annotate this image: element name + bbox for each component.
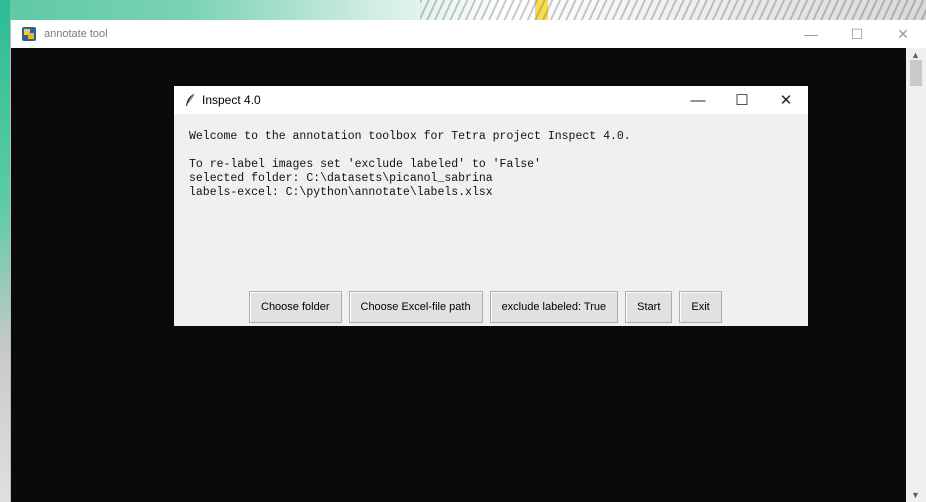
dialog-minimize-button[interactable]: — bbox=[676, 86, 720, 114]
python-app-icon bbox=[21, 26, 37, 42]
feather-icon bbox=[184, 93, 196, 107]
dialog-button-row: Choose folder Choose Excel-file path exc… bbox=[249, 291, 729, 323]
dialog-window-controls: — ☐ ✕ bbox=[676, 86, 808, 114]
minimize-button[interactable]: — bbox=[788, 20, 834, 48]
vertical-scrollbar[interactable]: ▲ ▼ bbox=[906, 48, 926, 502]
dialog-message: Welcome to the annotation toolbox for Te… bbox=[189, 130, 631, 200]
relabel-hint-text: To re-label images set 'exclude labeled'… bbox=[189, 158, 541, 171]
main-window-title: annotate tool bbox=[44, 28, 108, 40]
start-button[interactable]: Start bbox=[625, 291, 673, 323]
main-titlebar[interactable]: annotate tool — ☐ ✕ bbox=[11, 20, 926, 48]
scrollbar-thumb[interactable] bbox=[910, 60, 922, 86]
scroll-down-icon[interactable]: ▼ bbox=[911, 490, 920, 500]
choose-folder-button[interactable]: Choose folder bbox=[249, 291, 342, 323]
scroll-up-icon[interactable]: ▲ bbox=[911, 50, 920, 60]
inspect-dialog: Inspect 4.0 — ☐ ✕ Welcome to the annotat… bbox=[174, 86, 808, 326]
dialog-title: Inspect 4.0 bbox=[202, 93, 261, 107]
main-window-controls: — ☐ ✕ bbox=[788, 20, 926, 48]
dialog-titlebar[interactable]: Inspect 4.0 — ☐ ✕ bbox=[174, 86, 808, 114]
welcome-text: Welcome to the annotation toolbox for Te… bbox=[189, 130, 631, 143]
exclude-labeled-toggle-button[interactable]: exclude labeled: True bbox=[489, 291, 619, 323]
dialog-maximize-button[interactable]: ☐ bbox=[720, 86, 764, 114]
maximize-button[interactable]: ☐ bbox=[834, 20, 880, 48]
choose-excel-path-button[interactable]: Choose Excel-file path bbox=[348, 291, 483, 323]
labels-excel-text: labels-excel: C:\python\annotate\labels.… bbox=[189, 186, 493, 199]
exit-button[interactable]: Exit bbox=[679, 291, 722, 323]
close-button[interactable]: ✕ bbox=[880, 20, 926, 48]
desktop-background bbox=[420, 0, 926, 20]
dialog-close-button[interactable]: ✕ bbox=[764, 86, 808, 114]
selected-folder-text: selected folder: C:\datasets\picanol_sab… bbox=[189, 172, 493, 185]
desktop-background-strip bbox=[0, 0, 10, 502]
